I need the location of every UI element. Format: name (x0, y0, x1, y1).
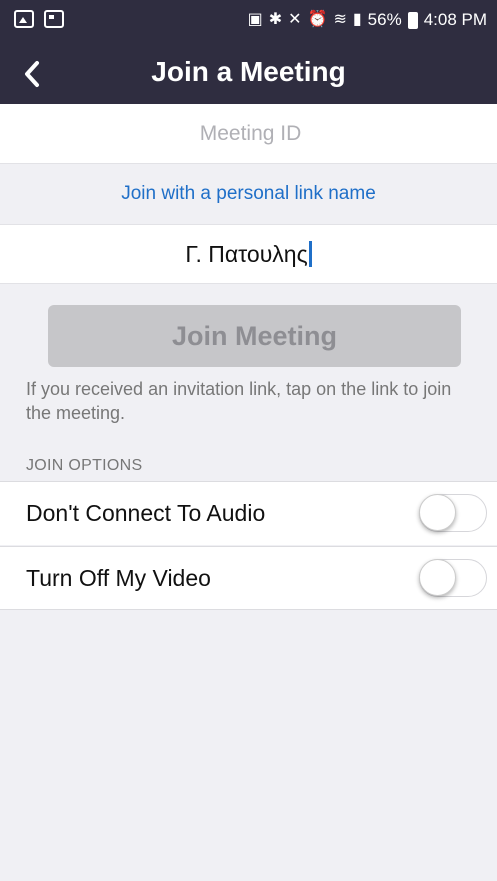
option-row-audio: Don't Connect To Audio (0, 481, 497, 545)
personal-link-button[interactable]: Join with a personal link name (0, 164, 497, 224)
invitation-info-text: If you received an invitation link, tap … (26, 379, 452, 423)
status-right: ▣ ✱ ✕ ⏰ ≋ ▮ 56% 4:08 PM (248, 10, 487, 30)
dont-connect-audio-toggle[interactable] (419, 494, 487, 532)
signal-icon: ▮ (352, 11, 362, 28)
sim-icon: ▣ (247, 11, 263, 28)
nav-bar: Join a Meeting (0, 44, 497, 104)
toggle-knob (419, 494, 456, 531)
option-label-audio: Don't Connect To Audio (26, 500, 266, 526)
turn-off-video-toggle[interactable] (419, 559, 487, 597)
battery-icon (407, 11, 418, 29)
calendar-icon (44, 10, 64, 28)
gallery-icon (14, 10, 34, 28)
mute-icon: ✕ (288, 11, 302, 28)
status-left (14, 10, 64, 28)
status-time: 4:08 PM (423, 10, 487, 29)
join-meeting-button[interactable]: Join Meeting (48, 305, 461, 367)
text-cursor (308, 241, 312, 267)
meeting-id-input[interactable] (0, 104, 497, 164)
join-meeting-label: Join Meeting (171, 320, 337, 351)
option-row-video: Turn Off My Video (0, 546, 497, 610)
name-value: Γ. Πατουλης (185, 240, 308, 267)
alarm-icon: ⏰ (307, 11, 328, 28)
page-title: Join a Meeting (151, 56, 346, 87)
bluetooth-icon: ✱ (268, 11, 283, 28)
status-bar: ▣ ✱ ✕ ⏰ ≋ ▮ 56% 4:08 PM (0, 0, 497, 44)
join-options-heading: JOIN OPTIONS (26, 457, 143, 474)
wifi-icon: ≋ (333, 11, 347, 28)
name-field[interactable]: Γ. Πατουλης (0, 224, 497, 284)
toggle-knob (419, 559, 456, 596)
battery-percent: 56% (367, 10, 402, 29)
personal-link-label: Join with a personal link name (121, 183, 376, 204)
option-label-video: Turn Off My Video (26, 565, 211, 591)
meeting-id-row (0, 104, 497, 164)
